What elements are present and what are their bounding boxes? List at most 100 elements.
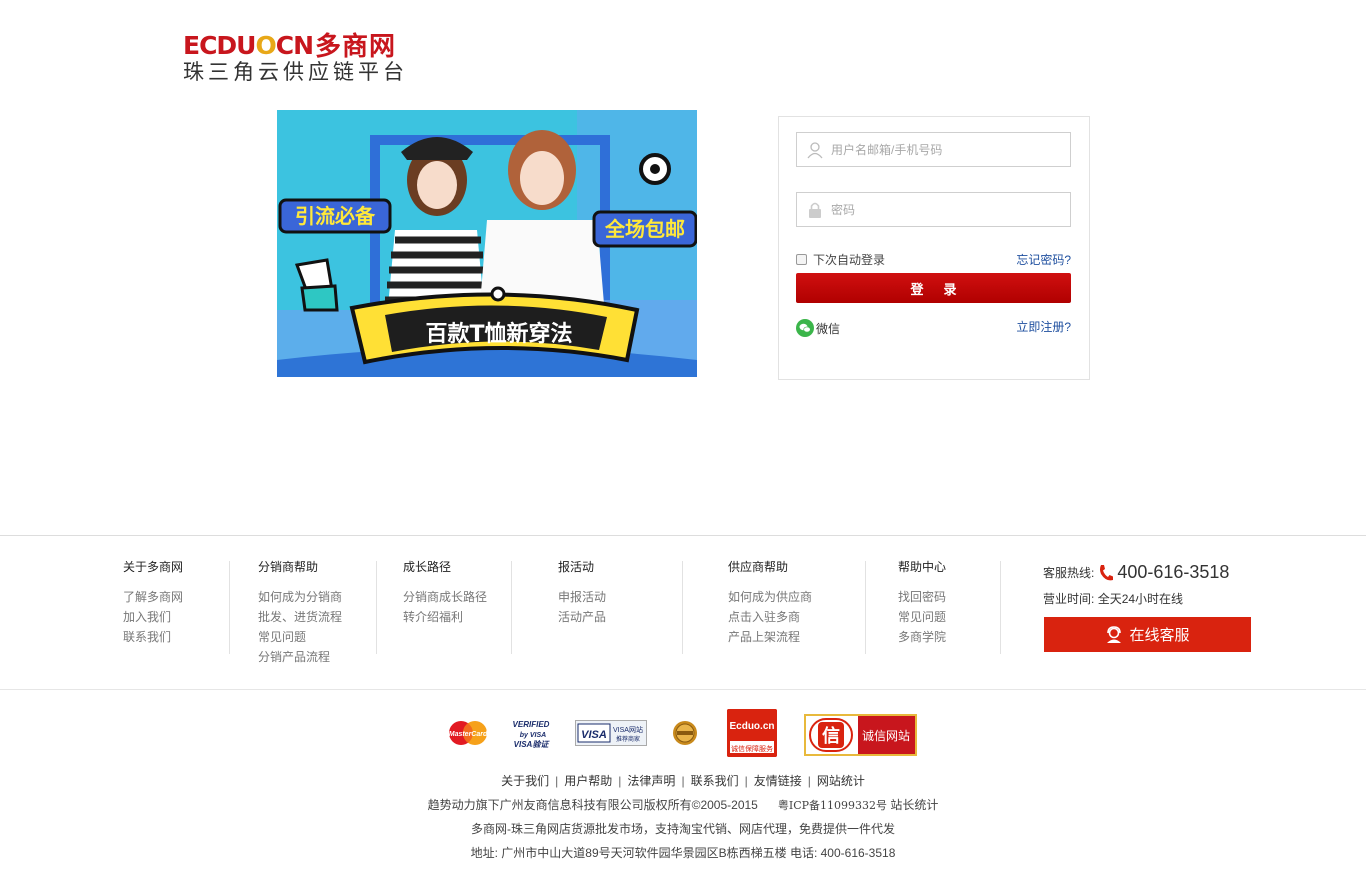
verified-by-visa-badge[interactable]: VERIFIED by VISA VISA验证 bbox=[510, 717, 552, 749]
visa-main-text: VISA bbox=[581, 729, 607, 741]
footer-link[interactable]: 活动产品 bbox=[558, 607, 606, 627]
footer-link[interactable]: 加入我们 bbox=[123, 607, 183, 627]
vbv-text-2: by VISA bbox=[520, 732, 546, 739]
footer-link[interactable]: 了解多商网 bbox=[123, 587, 183, 607]
bottom-link-help[interactable]: 用户帮助 bbox=[558, 774, 618, 788]
remember-me[interactable]: 下次自动登录 bbox=[796, 251, 885, 268]
footer-link[interactable]: 常见问题 bbox=[258, 627, 342, 647]
bottom-link-legal[interactable]: 法律声明 bbox=[621, 774, 681, 788]
login-button[interactable]: 登录 bbox=[796, 273, 1071, 303]
visa-recommended-badge[interactable]: VISA VISA网站 推荐商家 bbox=[575, 720, 647, 746]
copyright-text: 趋势动力旗下广州友商信息科技有限公司版权所有©2005-2015 bbox=[427, 798, 758, 812]
credible-site-badge[interactable]: 信 诚信网站 bbox=[804, 714, 917, 756]
logo-brand-cn: 多商网 bbox=[315, 31, 397, 61]
mastercard-badge[interactable]: MasterCard bbox=[447, 720, 489, 746]
trust-seal-badge[interactable] bbox=[672, 719, 698, 747]
vbv-text-1: VERIFIED bbox=[513, 720, 550, 729]
visa-sub-2: 推荐商家 bbox=[616, 735, 640, 743]
lock-icon bbox=[809, 202, 821, 218]
footer-link[interactable]: 如何成为分销商 bbox=[258, 587, 342, 607]
wechat-login[interactable]: 微信 bbox=[796, 319, 840, 337]
forgot-password-link[interactable]: 忘记密码? bbox=[1016, 251, 1071, 268]
footer-col-growth: 成长路径 分销商成长路径 转介绍福利 bbox=[403, 560, 487, 627]
login-panel: 下次自动登录 忘记密码? 登录 微信 立即注册? bbox=[778, 116, 1090, 380]
footer-link[interactable]: 常见问题 bbox=[898, 607, 946, 627]
visa-sub-1: VISA网站 bbox=[613, 725, 643, 734]
footer-col-title: 帮助中心 bbox=[898, 560, 947, 574]
online-service-button[interactable]: 在线客服 bbox=[1044, 617, 1251, 652]
footer-link[interactable]: 联系我们 bbox=[123, 627, 183, 647]
visa-logo: VISA VISA网站 推荐商家 bbox=[577, 723, 643, 743]
footer-link[interactable]: 找回密码 bbox=[898, 587, 946, 607]
hotline-number: 400-616-3518 bbox=[1117, 562, 1230, 582]
phone-icon bbox=[1100, 564, 1114, 580]
footer-col-about: 关于多商网 了解多商网 加入我们 联系我们 bbox=[123, 560, 183, 647]
vbv-text-3: VISA验证 bbox=[514, 740, 551, 749]
banner-ribbon-text: 百款T恤新穿法 bbox=[425, 321, 572, 347]
banner-tag-left: 引流必备 bbox=[295, 204, 376, 228]
username-input[interactable] bbox=[831, 142, 1061, 157]
footer-separator bbox=[1000, 561, 1001, 654]
hotline-label: 客服热线: bbox=[1043, 566, 1095, 580]
footer-link[interactable]: 分销产品流程 bbox=[258, 647, 342, 667]
footer-col-supplier: 供应商帮助 如何成为供应商 点击入驻多商 产品上架流程 bbox=[728, 560, 812, 647]
footer-link[interactable]: 产品上架流程 bbox=[728, 627, 812, 647]
credible-site-icon-text: 信 bbox=[822, 725, 840, 746]
register-link[interactable]: 立即注册? bbox=[1016, 318, 1071, 335]
footer-col-title: 关于多商网 bbox=[123, 560, 184, 574]
credible-site-art: 信 诚信网站 bbox=[806, 716, 915, 754]
site-logo[interactable]: ECDUOCN 多商网 珠三角云供应链平台 bbox=[183, 32, 433, 86]
company-address: 地址: 广州市中山大道89号天河软件园华景园区B栋西梯五楼 电话: 400-61… bbox=[470, 846, 896, 860]
ecduo-guarantee-badge[interactable]: Ecduo.cn 诚信保障服务 bbox=[727, 709, 777, 757]
password-field[interactable] bbox=[796, 192, 1071, 227]
banner-tag-right: 全场包邮 bbox=[604, 217, 685, 241]
vbv-logo: VERIFIED by VISA VISA验证 bbox=[513, 720, 551, 749]
bottom-link-stats[interactable]: 网站统计 bbox=[811, 774, 871, 788]
footer-link[interactable]: 转介绍福利 bbox=[403, 607, 487, 627]
footer-divider-bottom bbox=[0, 689, 1366, 690]
footer-separator bbox=[376, 561, 377, 654]
icp-number[interactable]: 粤ICP备11099332号 bbox=[778, 799, 887, 812]
customer-hotline: 客服热线: 400-616-3518 bbox=[1043, 562, 1229, 583]
footer-separator bbox=[511, 561, 512, 654]
ecduo-badge-top: Ecduo.cn bbox=[729, 721, 774, 732]
footer-link[interactable]: 多商学院 bbox=[898, 627, 946, 647]
username-field[interactable] bbox=[796, 132, 1071, 167]
bottom-link-about[interactable]: 关于我们 bbox=[495, 774, 555, 788]
footer-link[interactable]: 分销商成长路径 bbox=[403, 587, 487, 607]
promo-banner[interactable]: 引流必备 全场包邮 百款T恤新穿法 bbox=[277, 110, 697, 377]
bottom-nav: 关于我们 | 用户帮助 | 法律声明 | 联系我们 | 友情链接 | 网站统计 bbox=[0, 772, 1366, 789]
remember-checkbox[interactable] bbox=[796, 254, 807, 265]
footer-separator bbox=[865, 561, 866, 654]
footer-col-distributor: 分销商帮助 如何成为分销商 批发、进货流程 常见问题 分销产品流程 bbox=[258, 560, 342, 667]
logo-brand-en: ECDUOCN bbox=[183, 31, 314, 60]
seal-icon bbox=[673, 721, 697, 745]
password-input[interactable] bbox=[831, 202, 1061, 217]
webmaster-stats-link[interactable]: 站长统计 bbox=[890, 798, 938, 812]
hours-label: 营业时间: bbox=[1043, 592, 1095, 606]
footer-col-title: 分销商帮助 bbox=[258, 560, 319, 574]
wechat-icon bbox=[796, 319, 814, 337]
footer-link[interactable]: 申报活动 bbox=[558, 587, 606, 607]
footer-separator bbox=[229, 561, 230, 654]
footer-col-title: 供应商帮助 bbox=[728, 560, 789, 574]
remember-label: 下次自动登录 bbox=[813, 253, 886, 267]
mastercard-text: MasterCard bbox=[449, 731, 488, 738]
online-service-label: 在线客服 bbox=[1129, 627, 1190, 644]
footer-link[interactable]: 批发、进货流程 bbox=[258, 607, 342, 627]
wechat-label: 微信 bbox=[816, 321, 841, 336]
footer-divider-top bbox=[0, 535, 1366, 536]
bottom-link-friends[interactable]: 友情链接 bbox=[748, 774, 808, 788]
footer-col-events: 报活动 申报活动 活动产品 bbox=[558, 560, 606, 627]
footer-col-title: 成长路径 bbox=[403, 560, 452, 574]
banner-illustration: 引流必备 全场包邮 百款T恤新穿法 bbox=[277, 110, 697, 377]
logo-tagline: 珠三角云供应链平台 bbox=[183, 61, 408, 84]
footer-link[interactable]: 点击入驻多商 bbox=[728, 607, 812, 627]
bottom-link-contact[interactable]: 联系我们 bbox=[685, 774, 745, 788]
business-hours: 营业时间: 全天24小时在线 bbox=[1043, 590, 1183, 607]
footer-separator bbox=[682, 561, 683, 654]
credible-site-label: 诚信网站 bbox=[862, 729, 910, 743]
footer-link[interactable]: 如何成为供应商 bbox=[728, 587, 812, 607]
site-slogan: 多商网-珠三角网店货源批发市场，支持淘宝代销、网店代理，免费提供一件代发 bbox=[471, 822, 895, 836]
footer-col-title: 报活动 bbox=[558, 560, 595, 574]
